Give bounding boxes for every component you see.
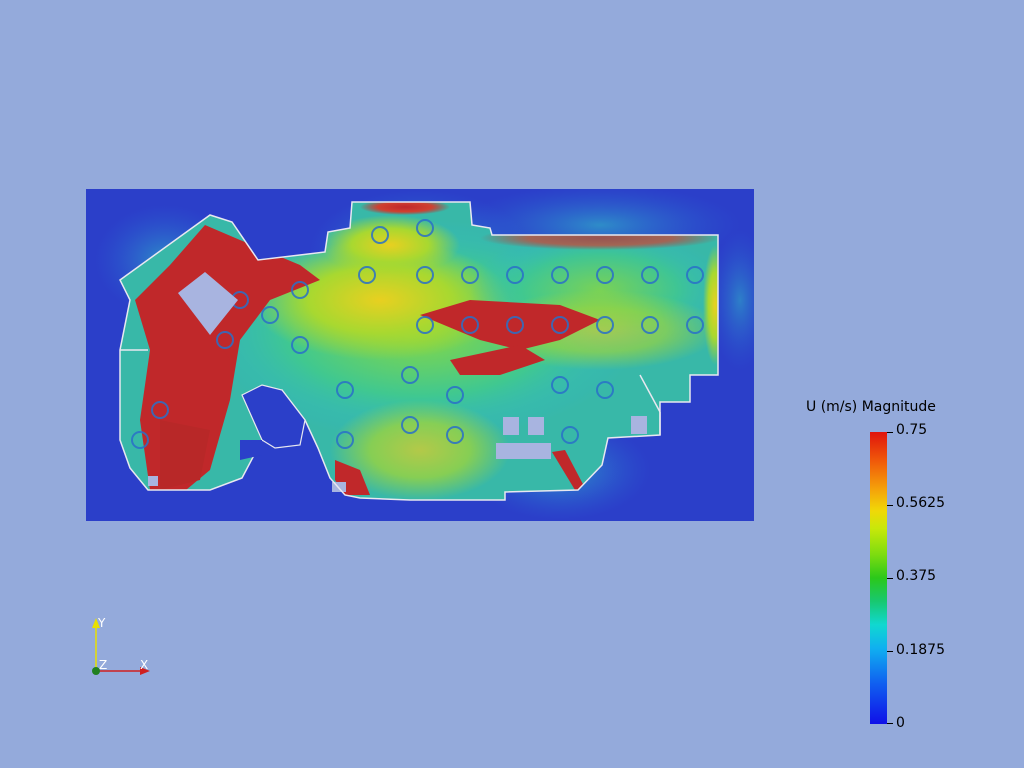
tick-label: 0.1875 — [896, 642, 945, 658]
tick-label: 0.375 — [896, 568, 937, 584]
tick-mark — [887, 651, 893, 652]
z-axis-label: Z — [99, 658, 108, 672]
tick-mark — [887, 505, 893, 506]
y-axis-label: Y — [98, 616, 106, 630]
x-axis-label: X — [140, 658, 149, 672]
tick-label: 0 — [896, 715, 905, 731]
tick-label: 0.75 — [896, 422, 928, 438]
legend-title: U (m/s) Magnitude — [806, 399, 936, 415]
tick-mark — [887, 432, 893, 433]
tick-label: 0.5625 — [896, 495, 945, 511]
tick-mark — [887, 578, 893, 579]
color-scale-bar — [870, 432, 887, 724]
orientation-axes-widget[interactable]: Y Z X — [82, 614, 162, 684]
tick-mark — [887, 723, 893, 724]
